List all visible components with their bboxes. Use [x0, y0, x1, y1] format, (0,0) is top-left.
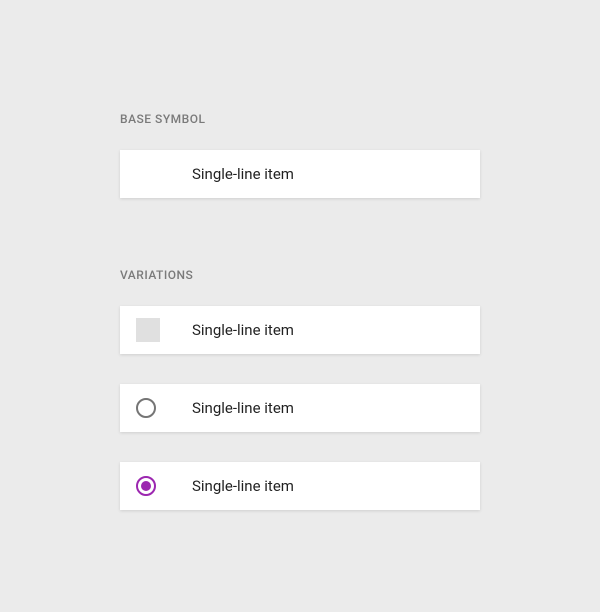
radio-selected-icon[interactable] [136, 476, 156, 496]
leading-slot [120, 306, 192, 354]
variation-list-item-radio-selected[interactable]: Single-line item [120, 462, 480, 510]
list-item-label: Single-line item [192, 399, 294, 417]
variations-section: VARIATIONS Single-line item Single-line … [120, 268, 480, 510]
square-thumbnail-icon [136, 318, 160, 342]
variations-label: VARIATIONS [120, 268, 480, 282]
variation-list-item-radio-unselected[interactable]: Single-line item [120, 384, 480, 432]
list-item-label: Single-line item [192, 165, 294, 183]
leading-slot [120, 462, 192, 510]
base-list-item[interactable]: Single-line item [120, 150, 480, 198]
radio-unselected-icon[interactable] [136, 398, 156, 418]
leading-slot [120, 384, 192, 432]
list-item-label: Single-line item [192, 321, 294, 339]
list-item-label: Single-line item [192, 477, 294, 495]
base-symbol-label: BASE SYMBOL [120, 112, 480, 126]
variation-list-item-thumbnail[interactable]: Single-line item [120, 306, 480, 354]
leading-slot-empty [120, 150, 192, 198]
base-symbol-section: BASE SYMBOL Single-line item [120, 112, 480, 198]
